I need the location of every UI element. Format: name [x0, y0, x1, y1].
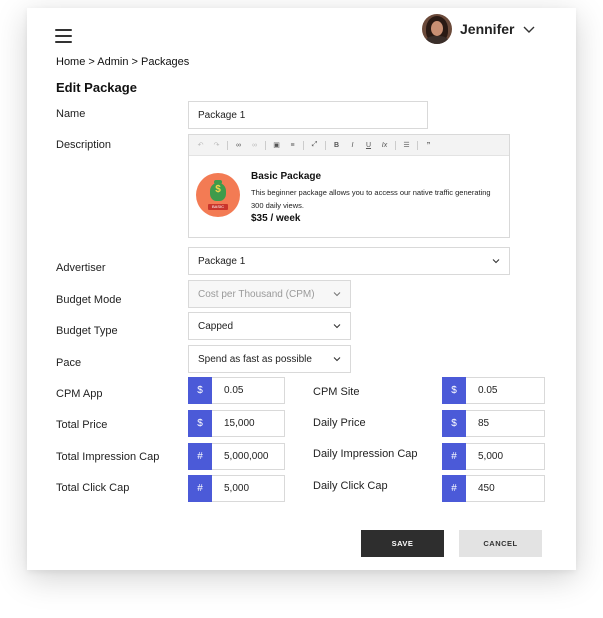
user-menu[interactable]: Jennifer	[422, 13, 535, 45]
daily-impression-cap-input[interactable]: 5,000	[466, 443, 545, 470]
budget-type-label: Budget Type	[56, 325, 118, 337]
total-price-input[interactable]: 15,000	[212, 410, 285, 437]
daily-price-input[interactable]: 85	[466, 410, 545, 437]
chevron-down-icon	[492, 259, 500, 264]
hash-prefix: #	[188, 475, 212, 502]
dollar-prefix: $	[442, 410, 466, 437]
name-input[interactable]: Package 1	[188, 101, 428, 129]
clear-format-icon[interactable]: Ix	[379, 140, 390, 151]
name-label: Name	[56, 108, 86, 120]
budget-type-select[interactable]: Capped	[188, 312, 351, 340]
list-icon[interactable]: ☰	[401, 140, 412, 151]
breadcrumb: Home > Admin > Packages	[56, 56, 190, 68]
description-label: Description	[56, 139, 112, 151]
description-editor[interactable]: ↶ ↷ ∞ ∞ ▣ ≡ ⤢ B I U Ix ☰ ” $ BASIC Basic…	[188, 134, 510, 238]
package-price: $35 / week	[251, 213, 301, 224]
total-impression-cap-field[interactable]: # 5,000,000	[188, 443, 285, 470]
fullscreen-icon[interactable]: ⤢	[309, 140, 320, 151]
pace-label: Pace	[56, 357, 82, 369]
editor-content: $ BASIC Basic Package This beginner pack…	[189, 156, 509, 238]
basic-tag: BASIC	[208, 204, 228, 210]
daily-impression-cap-field[interactable]: # 5,000	[442, 443, 545, 470]
total-click-cap-input[interactable]: 5,000	[212, 475, 285, 502]
link-icon[interactable]: ∞	[233, 140, 244, 151]
daily-click-cap-field[interactable]: # 450	[442, 475, 545, 502]
chevron-down-icon	[333, 324, 341, 329]
user-name: Jennifer	[460, 21, 515, 37]
daily-click-cap-input[interactable]: 450	[466, 475, 545, 502]
advertiser-select[interactable]: Package 1	[188, 247, 510, 275]
total-price-field[interactable]: $ 15,000	[188, 410, 285, 437]
quote-icon[interactable]: ”	[423, 140, 434, 151]
daily-price-label: Daily Price	[313, 417, 366, 429]
image-icon[interactable]: ▣	[271, 140, 282, 151]
edit-package-card: Jennifer Home > Admin > Packages Edit Pa…	[27, 8, 576, 570]
dollar-prefix: $	[442, 377, 466, 404]
italic-icon[interactable]: I	[347, 140, 358, 151]
page-title: Edit Package	[56, 80, 137, 95]
total-price-label: Total Price	[56, 419, 108, 431]
save-button[interactable]: SAVE	[361, 530, 444, 557]
chevron-down-icon	[333, 292, 341, 297]
package-title: Basic Package	[251, 171, 322, 182]
hash-prefix: #	[442, 443, 466, 470]
total-impression-cap-input[interactable]: 5,000,000	[212, 443, 285, 470]
pace-select[interactable]: Spend as fast as possible	[188, 345, 351, 373]
redo-icon[interactable]: ↷	[211, 140, 222, 151]
avatar	[422, 14, 452, 44]
editor-toolbar: ↶ ↷ ∞ ∞ ▣ ≡ ⤢ B I U Ix ☰ ”	[189, 135, 509, 156]
total-click-cap-field[interactable]: # 5,000	[188, 475, 285, 502]
package-description: This beginner package allows you to acce…	[251, 188, 491, 210]
daily-price-field[interactable]: $ 85	[442, 410, 545, 437]
horizontal-rule-icon[interactable]: ≡	[287, 140, 298, 151]
budget-mode-label: Budget Mode	[56, 294, 122, 306]
unlink-icon[interactable]: ∞	[249, 140, 260, 151]
daily-impression-cap-label: Daily Impression Cap	[313, 448, 418, 460]
cpm-app-input[interactable]: 0.05	[212, 377, 285, 404]
total-click-cap-label: Total Click Cap	[56, 482, 130, 494]
pace-value: Spend as fast as possible	[198, 353, 312, 365]
cpm-site-field[interactable]: $ 0.05	[442, 377, 545, 404]
bold-icon[interactable]: B	[331, 140, 342, 151]
budget-type-value: Capped	[198, 320, 234, 332]
budget-mode-select[interactable]: Cost per Thousand (CPM)	[188, 280, 351, 308]
cancel-button[interactable]: CANCEL	[459, 530, 542, 557]
underline-icon[interactable]: U	[363, 140, 374, 151]
chevron-down-icon	[523, 26, 535, 33]
dollar-prefix: $	[188, 410, 212, 437]
budget-mode-value: Cost per Thousand (CPM)	[198, 288, 315, 300]
dollar-prefix: $	[188, 377, 212, 404]
cpm-app-field[interactable]: $ 0.05	[188, 377, 285, 404]
undo-icon[interactable]: ↶	[195, 140, 206, 151]
cpm-site-label: CPM Site	[313, 386, 360, 398]
hash-prefix: #	[442, 475, 466, 502]
daily-click-cap-label: Daily Click Cap	[313, 480, 388, 492]
menu-icon[interactable]	[55, 29, 72, 43]
hash-prefix: #	[188, 443, 212, 470]
advertiser-label: Advertiser	[56, 262, 106, 274]
cpm-site-input[interactable]: 0.05	[466, 377, 545, 404]
money-bag-icon: $ BASIC	[196, 173, 240, 217]
advertiser-value: Package 1	[198, 255, 246, 267]
total-impression-cap-label: Total Impression Cap	[56, 451, 160, 463]
chevron-down-icon	[333, 357, 341, 362]
cpm-app-label: CPM App	[56, 388, 103, 400]
